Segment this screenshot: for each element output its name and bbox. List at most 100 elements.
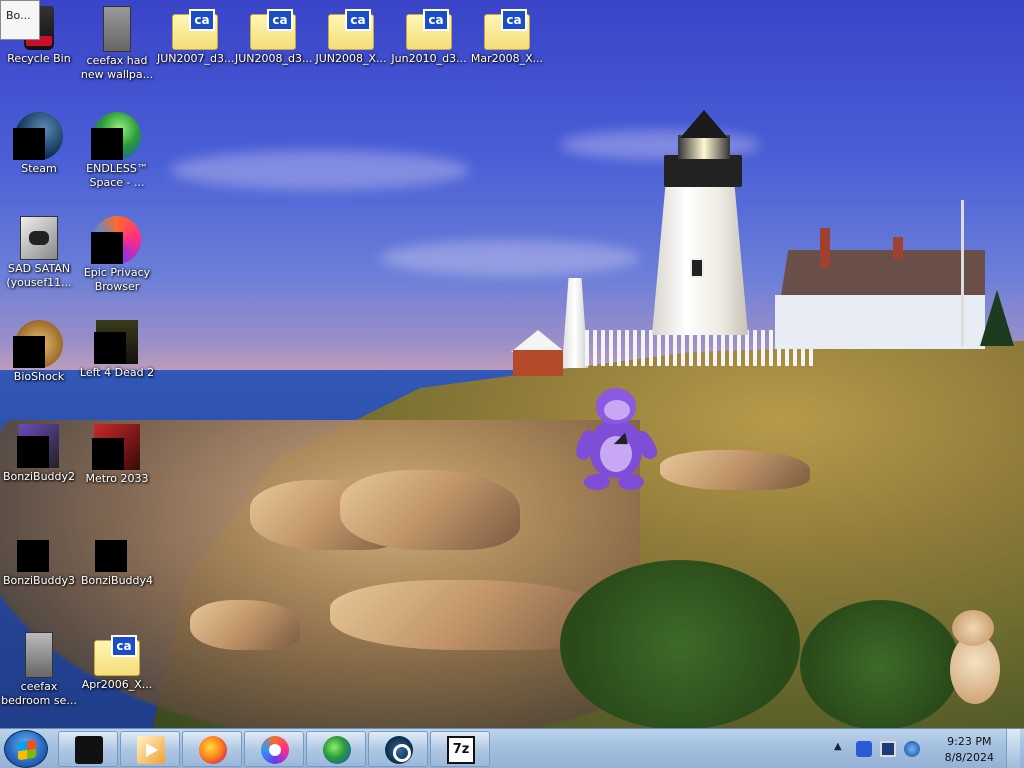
bioshock-icon — [13, 320, 63, 368]
clock-date: 8/8/2024 — [944, 751, 994, 764]
desktop-icon-ceefax-wallpaper[interactable]: ceefax had new wallpa... — [78, 6, 156, 82]
desktop-icon-label: Left 4 Dead 2 — [79, 366, 155, 379]
ca-folder-icon: ca — [172, 9, 218, 50]
download-manager-icon — [323, 736, 351, 764]
desktop-icon-endless-space[interactable]: ENDLESS™ Space - ... — [78, 112, 156, 190]
bonzibuddy-character[interactable] — [573, 388, 661, 498]
media-player-icon — [137, 736, 165, 764]
wallpaper-rock — [340, 470, 520, 550]
ca-badge: ca — [501, 9, 527, 31]
wallpaper-tree — [980, 290, 1014, 346]
wallpaper-flagpole — [961, 200, 964, 346]
desktop-icon-epic-browser[interactable]: Epic Privacy Browser — [78, 216, 156, 294]
ca-badge: ca — [111, 635, 137, 657]
wallpaper-rock — [190, 600, 300, 650]
desktop-icon-jun2007-folder[interactable]: ca JUN2007_d3... — [156, 6, 235, 66]
desktop-icon-bonzibuddy4[interactable]: BonziBuddy4 — [78, 528, 156, 588]
left4dead2-icon — [94, 320, 138, 364]
desktop-icon-label: JUN2008_X... — [315, 52, 387, 65]
taskbar-button-firefox[interactable] — [182, 731, 242, 767]
clock-time: 9:23 PM — [947, 735, 992, 748]
bluetooth-icon[interactable] — [856, 741, 872, 757]
desktop-icon-ceefax-bedroom[interactable]: ceefax bedroom se... — [0, 632, 78, 708]
wallpaper-rock — [660, 450, 810, 490]
show-desktop-button[interactable] — [1006, 729, 1020, 768]
wallpaper-bush — [800, 600, 960, 728]
desktop-icon-label: Jun2010_d3... — [391, 52, 467, 65]
wallpaper-lighthouse-gallery — [664, 155, 742, 187]
taskbar-button-black-app[interactable] — [58, 731, 118, 767]
desktop-icon-mar2008-folder[interactable]: ca Mar2008_X... — [468, 6, 546, 66]
desktop-icon-bonzibuddy2[interactable]: BonziBuddy2 — [0, 424, 78, 484]
desktop-icon-label: ceefax bedroom se... — [1, 680, 77, 707]
desktop-icon-label: ceefax had new wallpa... — [80, 54, 154, 81]
desktop-icon-label: Epic Privacy Browser — [83, 266, 151, 293]
taskbar-button-media-player[interactable] — [120, 731, 180, 767]
ca-folder-icon: ca — [328, 9, 374, 50]
taskbar-button-epic-browser[interactable] — [244, 731, 304, 767]
ca-folder-icon: ca — [250, 9, 296, 50]
wallpaper-chimney — [893, 237, 903, 259]
system-tray: ▲ 9:23 PM 8/8/2024 — [830, 729, 1020, 768]
wallpaper-lighthouse-roof — [680, 110, 728, 138]
ceefax-image-icon — [25, 632, 53, 678]
ca-badge: ca — [189, 9, 215, 31]
wallpaper-bush — [560, 560, 800, 728]
tooltip: Bo... — [0, 0, 40, 40]
wallpaper-lighthouse-lantern — [678, 135, 730, 159]
wallpaper-shed-roof — [511, 330, 565, 352]
desktop-icon-label: Recycle Bin — [7, 52, 71, 65]
desktop-icon-label: Steam — [21, 162, 57, 175]
ca-folder-icon: ca — [94, 635, 140, 676]
taskbar: 7z ▲ 9:23 PM 8/8/2024 — [0, 728, 1024, 768]
7zip-icon: 7z — [447, 736, 475, 764]
desktop[interactable]: Recycle Bin ceefax had new wallpa... ca … — [0, 0, 1024, 728]
desktop-icon-left4dead2[interactable]: Left 4 Dead 2 — [78, 320, 156, 380]
show-hidden-icons-button[interactable]: ▲ — [834, 741, 842, 752]
desktop-icon-bioshock[interactable]: BioShock — [0, 320, 78, 384]
taskbar-clock[interactable]: 9:23 PM 8/8/2024 — [945, 734, 994, 766]
endless-space-icon — [91, 112, 141, 160]
desktop-icon-bonzibuddy3[interactable]: BonziBuddy3 — [0, 528, 78, 588]
bonzibuddy-icon — [95, 528, 137, 572]
ca-folder-icon: ca — [406, 9, 452, 50]
windows-logo-icon — [18, 739, 36, 761]
desktop-icon-steam[interactable]: Steam — [0, 112, 78, 176]
taskbar-button-download-manager[interactable] — [306, 731, 366, 767]
steam-icon — [13, 112, 63, 160]
desktop-icon-label: Apr2006_X... — [81, 678, 153, 691]
start-button[interactable] — [4, 730, 48, 768]
desktop-icon-label: BonziBuddy3 — [2, 574, 76, 587]
desktop-icon-metro2033[interactable]: Metro 2033 — [78, 424, 156, 486]
epic-browser-icon — [261, 736, 289, 764]
bonzibuddy-icon — [17, 528, 59, 572]
wallpaper-cloud — [380, 240, 640, 276]
epic-browser-icon — [91, 216, 141, 264]
taskbar-button-7zip[interactable]: 7z — [430, 731, 490, 767]
wallpaper-shed — [513, 350, 563, 376]
desktop-icon-sad-satan[interactable]: SAD SATAN (yousef11... — [0, 216, 78, 290]
steam-icon — [385, 736, 413, 764]
ca-badge: ca — [345, 9, 371, 31]
taskbar-button-steam[interactable] — [368, 731, 428, 767]
ca-badge: ca — [267, 9, 293, 31]
desktop-icon-label: ENDLESS™ Space - ... — [86, 162, 148, 189]
wallpaper-lighthouse-window — [690, 258, 704, 278]
desktop-icon-jun2010-folder[interactable]: ca Jun2010_d3... — [390, 6, 468, 66]
ca-folder-icon: ca — [484, 9, 530, 50]
black-box-icon — [75, 736, 103, 764]
desktop-icon-label: BonziBuddy2 — [2, 470, 76, 483]
sad-satan-icon — [20, 216, 58, 260]
desktop-icon-jun2008-d3-folder[interactable]: ca JUN2008_d3... — [234, 6, 313, 66]
firefox-icon — [199, 736, 227, 764]
desktop-icon-label: BioShock — [13, 370, 65, 383]
desktop-icon-label: JUN2008_d3... — [235, 52, 313, 65]
display-icon[interactable] — [880, 741, 896, 757]
network-icon[interactable] — [904, 741, 920, 757]
wallpaper-chimney — [820, 228, 830, 268]
hamster-desktop-pet[interactable] — [944, 606, 1004, 706]
desktop-icon-jun2008-x-folder[interactable]: ca JUN2008_X... — [312, 6, 390, 66]
ca-badge: ca — [423, 9, 449, 31]
metro2033-icon — [92, 424, 140, 470]
desktop-icon-apr2006-folder[interactable]: ca Apr2006_X... — [78, 632, 156, 692]
